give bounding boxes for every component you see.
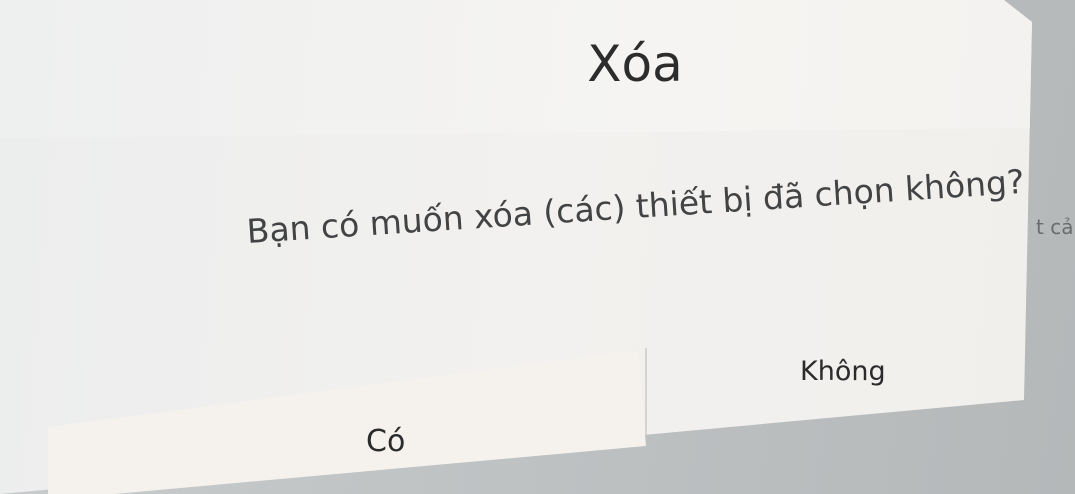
background-partial-label: t cả xyxy=(1036,215,1074,239)
yes-button-label: Có xyxy=(366,424,406,459)
no-button-label: Không xyxy=(800,356,886,387)
tv-screen: t cả Xóa Bạn có muốn xóa (các) thiết bị … xyxy=(0,0,1075,494)
dialog-title: Xóa xyxy=(587,35,683,93)
button-divider xyxy=(645,348,647,448)
dialog-message: Bạn có muốn xóa (các) thiết bị đã chọn k… xyxy=(245,161,1026,251)
no-button[interactable]: Không xyxy=(650,320,1030,450)
